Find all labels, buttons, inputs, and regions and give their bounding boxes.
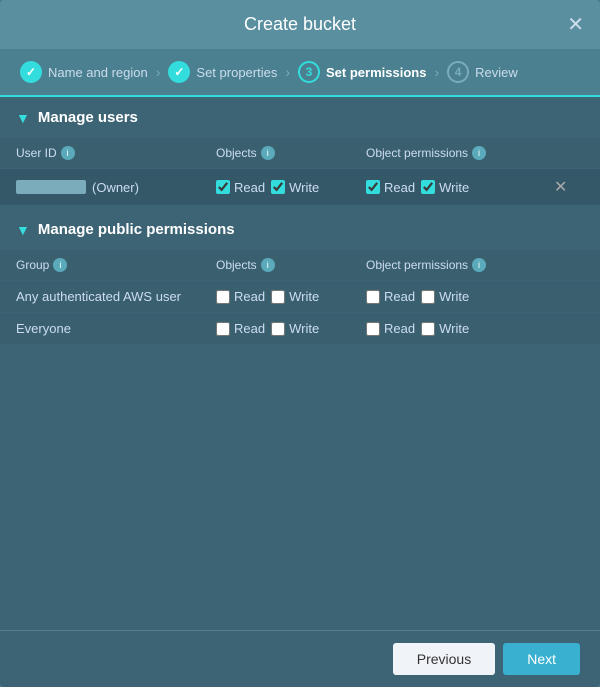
step-sep-3: › [434, 64, 439, 80]
user-perm-write-checkbox[interactable] [421, 180, 435, 194]
everyone-perm-read-label[interactable]: Read [366, 321, 415, 336]
previous-button[interactable]: Previous [393, 643, 495, 675]
users-col-perms: Object permissions i [366, 146, 554, 160]
users-col-action [554, 146, 584, 160]
manage-users-title: Manage users [38, 109, 138, 126]
aws-perm-read-label[interactable]: Read [366, 289, 415, 304]
everyone-obj-write-label[interactable]: Write [271, 321, 319, 336]
modal-title: Create bucket [244, 14, 356, 35]
everyone-perms-cell: Read Write [366, 321, 584, 336]
table-row: Any authenticated AWS user Read Write [0, 280, 600, 312]
step4-label: Review [475, 65, 518, 80]
everyone-objects-cell: Read Write [216, 321, 366, 336]
public-table-header: Group i Objects i Object permissions i [0, 250, 600, 280]
modal-header: Create bucket ✕ [0, 0, 600, 49]
user-delete-cell: ✕ [554, 177, 584, 197]
public-perms-info-icon[interactable]: i [472, 258, 486, 272]
create-bucket-modal: Create bucket ✕ ✓ Name and region › ✓ Se… [0, 0, 600, 687]
public-objects-info-icon[interactable]: i [261, 258, 275, 272]
public-col-group: Group i [16, 258, 216, 272]
aws-obj-read-label[interactable]: Read [216, 289, 265, 304]
table-row: (Owner) Read Write [0, 168, 600, 205]
step-set-properties[interactable]: ✓ Set properties [168, 61, 277, 83]
user-id-blur [16, 180, 86, 194]
wizard-steps: ✓ Name and region › ✓ Set properties › 3… [0, 49, 600, 97]
user-perm-write-label[interactable]: Write [421, 180, 469, 195]
close-button[interactable]: ✕ [567, 15, 584, 35]
everyone-perm-write-label[interactable]: Write [421, 321, 469, 336]
manage-public-content: Group i Objects i Object permissions i [0, 250, 600, 344]
manage-users-chevron: ▼ [16, 110, 30, 126]
manage-public-section: ▼ Manage public permissions Group i Obje… [0, 209, 600, 344]
step1-icon: ✓ [20, 61, 42, 83]
manage-public-header[interactable]: ▼ Manage public permissions [0, 209, 600, 250]
user-delete-button[interactable]: ✕ [554, 177, 567, 197]
users-table-header: User ID i Objects i Object permissions i [0, 138, 600, 168]
step-set-permissions[interactable]: 3 Set permissions [298, 61, 426, 83]
aws-user-perms-cell: Read Write [366, 289, 584, 304]
modal-body: ▼ Manage users User ID i Objects i Objec… [0, 97, 600, 630]
user-obj-read-checkbox[interactable] [216, 180, 230, 194]
step2-label: Set properties [196, 65, 277, 80]
aws-perm-write-checkbox[interactable] [421, 290, 435, 304]
public-col-objects: Objects i [216, 258, 366, 272]
user-obj-write-label[interactable]: Write [271, 180, 319, 195]
manage-users-section: ▼ Manage users User ID i Objects i Objec… [0, 97, 600, 205]
next-button[interactable]: Next [503, 643, 580, 675]
modal-footer: Previous Next [0, 630, 600, 687]
users-col-userid: User ID i [16, 146, 216, 160]
users-col-objects: Objects i [216, 146, 366, 160]
step-sep-2: › [285, 64, 290, 80]
owner-cell: (Owner) [16, 180, 216, 195]
aws-obj-write-label[interactable]: Write [271, 289, 319, 304]
step-name-region[interactable]: ✓ Name and region [20, 61, 148, 83]
step-sep-1: › [156, 64, 161, 80]
manage-public-title: Manage public permissions [38, 221, 235, 238]
user-obj-write-checkbox[interactable] [271, 180, 285, 194]
manage-users-header[interactable]: ▼ Manage users [0, 97, 600, 138]
aws-obj-read-checkbox[interactable] [216, 290, 230, 304]
aws-perm-read-checkbox[interactable] [366, 290, 380, 304]
userid-info-icon[interactable]: i [61, 146, 75, 160]
step3-icon: 3 [298, 61, 320, 83]
aws-user-objects-cell: Read Write [216, 289, 366, 304]
everyone-obj-read-checkbox[interactable] [216, 322, 230, 336]
user-perm-read-checkbox[interactable] [366, 180, 380, 194]
manage-public-chevron: ▼ [16, 222, 30, 238]
step2-icon: ✓ [168, 61, 190, 83]
owner-label: (Owner) [92, 180, 139, 195]
objects-info-icon[interactable]: i [261, 146, 275, 160]
step4-icon: 4 [447, 61, 469, 83]
everyone-group-cell: Everyone [16, 321, 216, 336]
public-col-perms: Object permissions i [366, 258, 584, 272]
user-obj-read-label[interactable]: Read [216, 180, 265, 195]
everyone-obj-write-checkbox[interactable] [271, 322, 285, 336]
everyone-perm-write-checkbox[interactable] [421, 322, 435, 336]
user-objects-cell: Read Write [216, 180, 366, 195]
step-review[interactable]: 4 Review [447, 61, 518, 83]
step3-label: Set permissions [326, 65, 426, 80]
manage-users-content: User ID i Objects i Object permissions i [0, 138, 600, 205]
aws-user-group-cell: Any authenticated AWS user [16, 289, 216, 304]
user-perm-read-label[interactable]: Read [366, 180, 415, 195]
table-row: Everyone Read Write [0, 312, 600, 344]
aws-perm-write-label[interactable]: Write [421, 289, 469, 304]
aws-obj-write-checkbox[interactable] [271, 290, 285, 304]
everyone-perm-read-checkbox[interactable] [366, 322, 380, 336]
perms-info-icon[interactable]: i [472, 146, 486, 160]
everyone-obj-read-label[interactable]: Read [216, 321, 265, 336]
user-perms-cell: Read Write [366, 180, 554, 195]
group-info-icon[interactable]: i [53, 258, 67, 272]
step1-label: Name and region [48, 65, 148, 80]
